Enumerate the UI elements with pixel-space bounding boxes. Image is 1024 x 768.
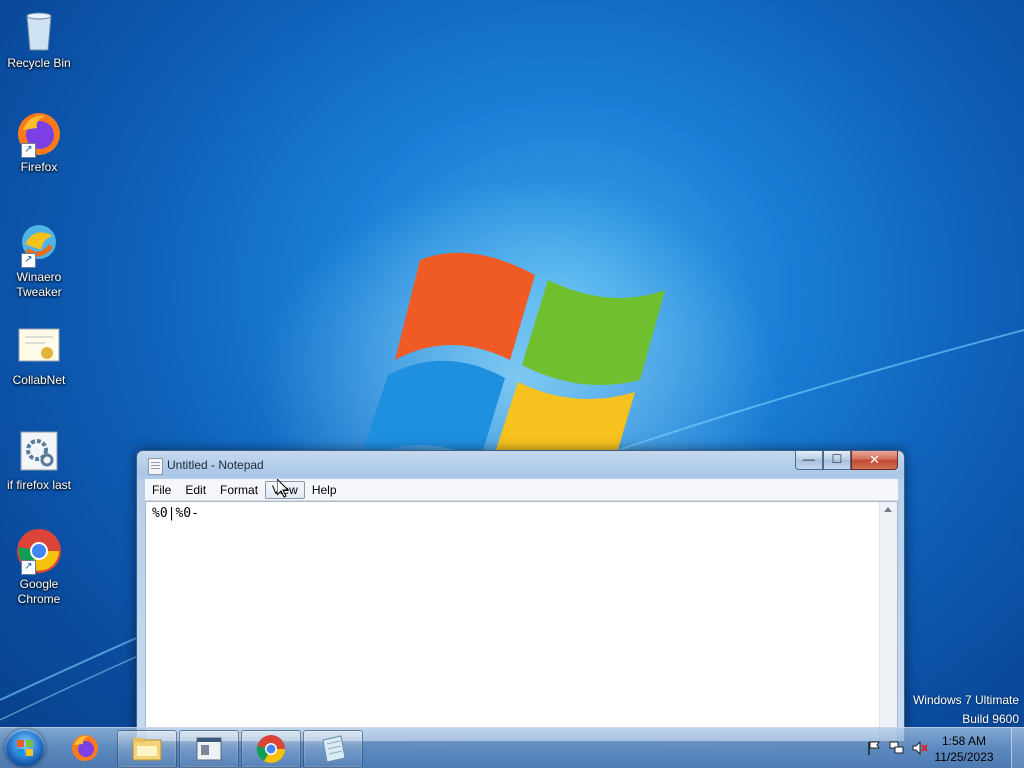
network-icon[interactable]: [889, 741, 905, 755]
text-editor[interactable]: %0|%0-: [145, 501, 898, 741]
shortcut-arrow-icon: ↗: [21, 253, 36, 268]
desktop-icon-if-firefox-last[interactable]: if firefox last: [4, 428, 74, 493]
clock[interactable]: 1:58 AM 11/25/2023: [926, 733, 1002, 765]
settings-script-icon: [20, 431, 58, 471]
windows-explorer-icon: [132, 738, 162, 761]
notepad-icon: [322, 735, 346, 763]
google-chrome-icon: [256, 735, 285, 763]
system-tray: 1:58 AM 11/25/2023: [854, 728, 1024, 768]
watermark-edition: Windows 7 Ultimate: [912, 693, 1019, 707]
menu-bar: File Edit Format View Help: [145, 479, 898, 501]
notepad-icon: [148, 458, 163, 475]
editor-content: %0|%0-: [152, 506, 199, 521]
show-desktop-button[interactable]: [1011, 728, 1024, 768]
clock-time: 1:58 AM: [941, 734, 987, 748]
desktop-icon-label: Firefox: [20, 160, 58, 174]
window-title: Untitled - Notepad: [167, 458, 264, 472]
mouse-cursor-icon: [277, 479, 289, 498]
vertical-scrollbar[interactable]: [879, 502, 897, 741]
notepad-window[interactable]: Untitled - Notepad — ☐ ✕ File Edit Forma…: [136, 450, 905, 742]
desktop-icon-winaero-tweaker[interactable]: ↗ Winaero Tweaker: [4, 220, 74, 300]
windows-version-watermark: Windows 7 Ultimate Build 9600: [913, 691, 1019, 729]
desktop-icon-label: Winaero Tweaker: [16, 270, 62, 299]
recycle-bin-icon: [26, 12, 52, 51]
desktop-icon-label: Google Chrome: [17, 577, 61, 606]
taskbar: 1:58 AM 11/25/2023: [0, 727, 1024, 768]
menu-file[interactable]: File: [145, 481, 178, 499]
title-bar[interactable]: Untitled - Notepad — ☐ ✕: [137, 451, 904, 479]
action-center-flag-icon[interactable]: [866, 741, 882, 755]
windows-flag-icon: [17, 740, 33, 756]
desktop-icon-recycle-bin[interactable]: Recycle Bin: [4, 6, 74, 71]
clock-date: 11/25/2023: [934, 750, 994, 764]
certificate-icon: [18, 328, 60, 362]
close-button[interactable]: ✕: [851, 451, 898, 470]
desktop-icon-firefox[interactable]: ↗ Firefox: [4, 110, 74, 175]
minimize-button[interactable]: —: [795, 451, 823, 470]
menu-help[interactable]: Help: [305, 481, 344, 499]
desktop-icon-label: if firefox last: [6, 478, 72, 492]
taskbar-winaero-tweaker[interactable]: [179, 730, 239, 768]
taskbar-google-chrome[interactable]: [241, 730, 301, 768]
winaero-tweaker-icon: [196, 737, 222, 761]
taskbar-notepad[interactable]: [303, 730, 363, 768]
desktop-icon-google-chrome[interactable]: ↗ Google Chrome: [4, 527, 74, 607]
shortcut-arrow-icon: ↗: [21, 143, 36, 158]
desktop-icon-label: CollabNet: [12, 373, 66, 387]
taskbar-windows-explorer[interactable]: [117, 730, 177, 768]
start-button[interactable]: [5, 729, 45, 767]
desktop-icon-label: Recycle Bin: [7, 56, 71, 70]
firefox-icon: [72, 735, 98, 761]
menu-format[interactable]: Format: [213, 481, 265, 499]
desktop-icon-collabnet[interactable]: CollabNet: [4, 323, 74, 388]
menu-edit[interactable]: Edit: [178, 481, 213, 499]
shortcut-arrow-icon: ↗: [21, 560, 36, 575]
scroll-up-arrow-icon[interactable]: [884, 507, 892, 512]
maximize-button[interactable]: ☐: [823, 451, 851, 470]
taskbar-firefox[interactable]: [56, 730, 114, 766]
